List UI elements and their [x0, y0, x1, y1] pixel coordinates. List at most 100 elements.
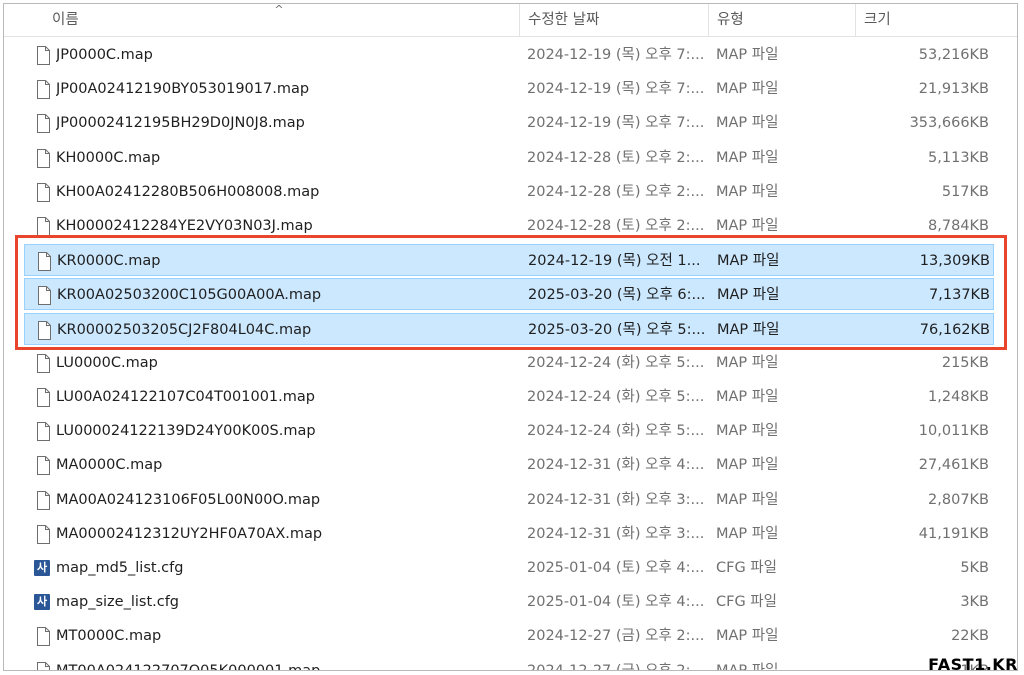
- file-row[interactable]: MT0000C.map 2024-12-27 (금) 오후 2:... MAP 파일…: [24, 620, 994, 652]
- file-date-modified: 2024-12-19 (목) 오후 7:...: [527, 81, 705, 98]
- file-row[interactable]: 사 map_md5_list.cfg 2025-01-04 (토) 오후 4:...…: [24, 552, 994, 584]
- file-date-modified: 2024-12-19 (목) 오후 7:...: [527, 115, 705, 132]
- file-icon-cell: [34, 655, 52, 670]
- file-row[interactable]: JP00002412195BH29D0JN0J8.map 2024-12-19 (…: [24, 107, 994, 139]
- file-date-modified: 2024-12-27 (금) 오후 2:...: [527, 628, 705, 645]
- document-file-icon: [37, 627, 50, 647]
- file-row[interactable]: MA00002412312UY2HF0A70AX.map 2024-12-31 (…: [24, 518, 994, 550]
- column-header-type[interactable]: 유형: [708, 4, 855, 37]
- file-name: JP00A02412190BY053019017.map: [56, 81, 310, 98]
- file-date-modified: 2024-12-27 (금) 오후 2:...: [527, 662, 705, 671]
- document-file-icon: [37, 661, 50, 670]
- file-date-modified: 2025-03-20 (목) 오후 5:...: [528, 321, 706, 338]
- file-icon-cell: [34, 620, 52, 652]
- file-name: JP00002412195BH29D0JN0J8.map: [56, 115, 305, 132]
- file-row[interactable]: KH00002412284YE2VY03N03J.map 2024-12-28 (…: [24, 210, 994, 242]
- file-date-modified: 2024-12-31 (화) 오후 3:...: [527, 525, 705, 542]
- file-size: 5,113KB: [928, 149, 989, 166]
- file-date-modified: 2024-12-24 (화) 오후 5:...: [527, 389, 705, 405]
- file-type: MAP 파일: [716, 491, 779, 508]
- file-type: MAP 파일: [716, 457, 779, 474]
- file-row[interactable]: JP0000C.map 2024-12-19 (목) 오후 7:... MAP 파일…: [24, 39, 994, 71]
- file-type: MAP 파일: [716, 218, 779, 234]
- file-name: MT00A024122707Q05K000001.map: [56, 662, 321, 671]
- file-type: MAP 파일: [717, 321, 780, 338]
- file-name: JP0000C.map: [56, 47, 153, 63]
- file-type: MAP 파일: [716, 115, 779, 132]
- file-size: 5KB: [960, 560, 989, 576]
- file-row[interactable]: LU000024122139D24Y00K00S.map 2024-12-24 (…: [24, 415, 994, 447]
- file-name: KH00A02412280B506H008008.map: [56, 183, 320, 200]
- file-type: MAP 파일: [716, 525, 779, 542]
- file-type: CFG 파일: [716, 560, 777, 576]
- file-row[interactable]: MT00A024122707Q05K000001.map 2024-12-27 (…: [24, 655, 994, 671]
- document-file-icon: [37, 422, 50, 442]
- file-name: MA0000C.map: [56, 457, 163, 474]
- file-date-modified: 2025-01-04 (토) 오후 4:...: [527, 560, 705, 576]
- document-file-icon: [37, 46, 50, 65]
- file-icon-cell: [34, 107, 52, 139]
- file-row[interactable]: LU0000C.map 2024-12-24 (화) 오후 5:... MAP 파일…: [24, 347, 994, 379]
- file-date-modified: 2024-12-19 (목) 오후 7:...: [527, 47, 705, 63]
- file-row[interactable]: KR00002503205CJ2F804L04C.map 2025-03-20 (…: [24, 312, 994, 346]
- sort-ascending-icon: ^: [274, 3, 284, 16]
- file-type: MAP 파일: [717, 253, 780, 270]
- file-date-modified: 2024-12-24 (화) 오후 5:...: [527, 354, 705, 371]
- file-row[interactable]: LU00A024122107C04T001001.map 2024-12-24 (…: [24, 381, 994, 413]
- column-header-size[interactable]: 크기: [855, 4, 997, 37]
- document-file-icon: [37, 217, 50, 236]
- file-name: KH00002412284YE2VY03N03J.map: [56, 218, 313, 234]
- file-name: LU000024122139D24Y00K00S.map: [56, 423, 316, 440]
- file-icon-cell: [35, 314, 53, 346]
- file-icon-cell: [34, 73, 52, 105]
- file-type: CFG 파일: [716, 594, 777, 611]
- file-row[interactable]: KH0000C.map 2024-12-28 (토) 오후 2:... MAP 파일…: [24, 142, 994, 174]
- document-file-icon: [38, 286, 51, 306]
- file-row[interactable]: MA0000C.map 2024-12-31 (화) 오후 4:... MAP 파일…: [24, 449, 994, 481]
- document-file-icon: [37, 80, 50, 100]
- file-date-modified: 2024-12-31 (화) 오후 3:...: [527, 491, 705, 508]
- file-row[interactable]: KR00A02503200C105G00A00A.map 2025-03-20 (…: [24, 278, 994, 311]
- file-date-modified: 2024-12-28 (토) 오후 2:...: [527, 149, 705, 166]
- file-row[interactable]: JP00A02412190BY053019017.map 2024-12-19 (…: [24, 73, 994, 105]
- document-file-icon: [38, 252, 51, 272]
- file-type: MAP 파일: [716, 81, 779, 98]
- column-header-size-label: 크기: [864, 12, 891, 28]
- config-file-icon: 사: [34, 560, 50, 576]
- file-date-modified: 2024-12-24 (화) 오후 5:...: [527, 423, 705, 440]
- file-size: 3KB: [960, 594, 989, 611]
- document-file-icon: [37, 388, 50, 407]
- column-header-date[interactable]: 수정한 날짜: [519, 4, 708, 37]
- file-type: MAP 파일: [716, 628, 779, 645]
- file-size: 41,191KB: [918, 525, 989, 542]
- file-size: 215KB: [941, 354, 989, 371]
- file-row[interactable]: KR0000C.map 2024-12-19 (목) 오전 1... MAP 파일 1…: [24, 244, 994, 277]
- file-icon-cell: [34, 176, 52, 208]
- file-type: MAP 파일: [716, 47, 779, 63]
- file-date-modified: 2025-03-20 (목) 오후 6:...: [528, 287, 706, 304]
- column-header-bar: 이름 ^ 수정한 날짜 유형 크기: [4, 4, 1017, 37]
- file-date-modified: 2024-12-28 (토) 오후 2:...: [527, 218, 705, 234]
- file-icon-cell: [34, 484, 52, 516]
- file-type: MAP 파일: [716, 183, 779, 200]
- file-type: MAP 파일: [717, 287, 780, 304]
- file-date-modified: 2024-12-19 (목) 오전 1...: [528, 253, 701, 270]
- file-row[interactable]: KH00A02412280B506H008008.map 2024-12-28 (…: [24, 176, 994, 208]
- document-file-icon: [38, 320, 51, 340]
- file-name: KH0000C.map: [56, 149, 161, 166]
- file-icon-cell: [35, 279, 53, 311]
- file-name: MA00002412312UY2HF0A70AX.map: [56, 525, 323, 542]
- file-date-modified: 2024-12-31 (화) 오후 4:...: [527, 457, 705, 474]
- column-header-date-label: 수정한 날짜: [528, 12, 600, 28]
- file-row[interactable]: MA00A024123106F05L00N00O.map 2024-12-31 (…: [24, 484, 994, 516]
- file-icon-cell: [34, 415, 52, 447]
- document-file-icon: [37, 524, 50, 544]
- file-type: MAP 파일: [716, 149, 779, 166]
- file-date-modified: 2024-12-28 (토) 오후 2:...: [527, 183, 705, 200]
- file-size: 13,309KB: [919, 253, 990, 270]
- file-row[interactable]: 사 map_size_list.cfg 2025-01-04 (토) 오후 4:..…: [24, 586, 994, 618]
- file-icon-cell: [34, 449, 52, 481]
- file-icon-cell: 사: [34, 552, 52, 584]
- file-size: 2,807KB: [928, 491, 989, 508]
- file-size: 22KB: [951, 628, 989, 645]
